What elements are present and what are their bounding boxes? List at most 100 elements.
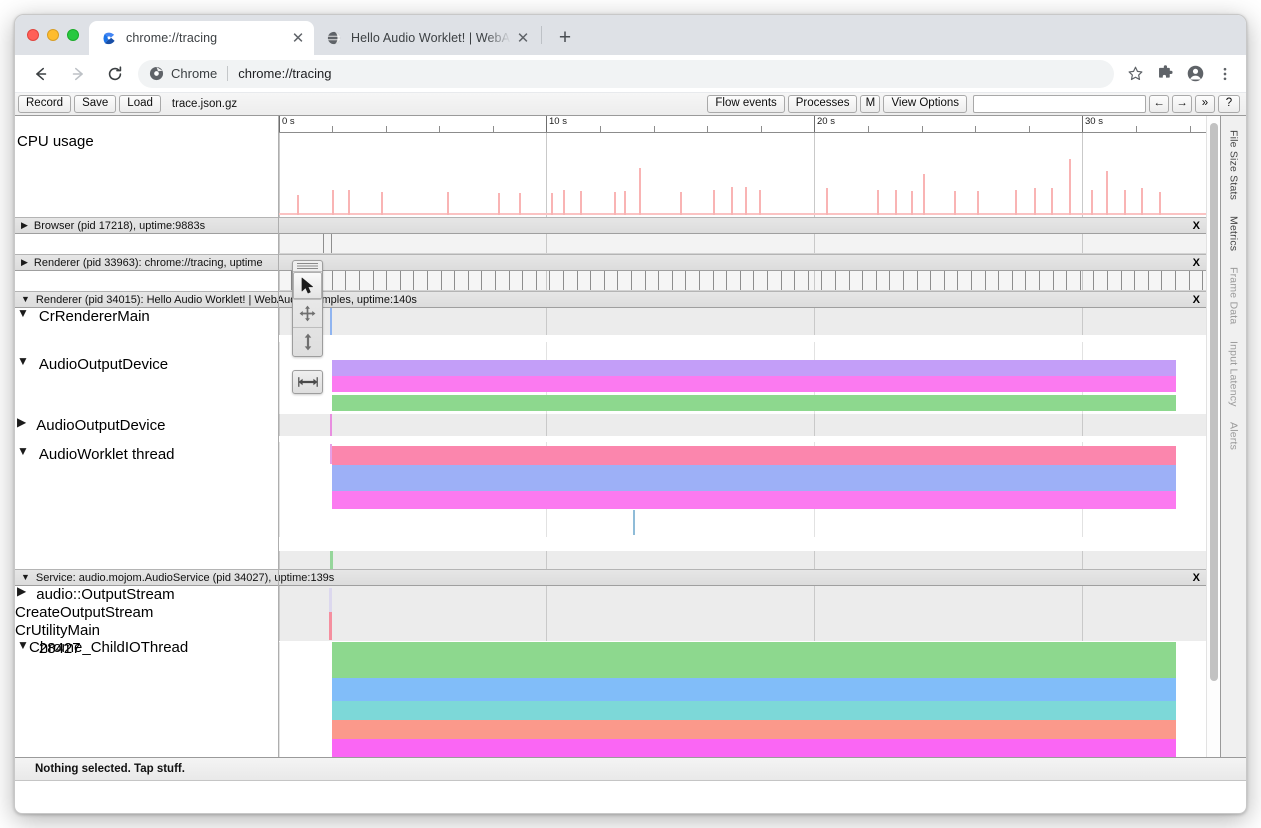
metrics-button[interactable]: M xyxy=(860,95,880,113)
chrome-childiothread-title: Chrome_ChildIOThread xyxy=(29,639,188,656)
group-close-icon[interactable]: X xyxy=(1193,220,1200,232)
track-label: audio::OutputStream xyxy=(36,586,174,603)
crrenderermain-track[interactable] xyxy=(279,308,1206,335)
audiooutputdevice-track-2[interactable] xyxy=(279,414,1206,436)
chevron-right-icon[interactable]: ▶ xyxy=(17,585,26,597)
slice-bar[interactable] xyxy=(332,395,1176,411)
slice-bar[interactable] xyxy=(332,642,1176,678)
slice-bar[interactable] xyxy=(332,739,1176,757)
maximize-window-button[interactable] xyxy=(67,29,79,41)
timeline-scroll-area[interactable]: 0 s 10 s 20 s 30 s xyxy=(15,116,1220,757)
slice-bar[interactable] xyxy=(332,491,1176,509)
audio-outputstream-track[interactable] xyxy=(279,586,1206,641)
row-audiooutputdevice-1: ▼ AudioOutputDevice xyxy=(15,342,1220,414)
browser-track[interactable] xyxy=(279,234,1206,254)
cursor-select-icon[interactable] xyxy=(293,272,322,300)
side-tab-frame-data[interactable]: Frame Data xyxy=(1228,259,1240,332)
status-message: Nothing selected. Tap stuff. xyxy=(15,758,1246,781)
new-tab-button[interactable]: + xyxy=(550,22,580,52)
chevron-down-icon[interactable]: ▼ xyxy=(17,445,29,457)
back-button[interactable] xyxy=(27,60,55,88)
record-button[interactable]: Record xyxy=(18,95,71,113)
slice-bar[interactable] xyxy=(332,701,1176,720)
pan-move-icon[interactable] xyxy=(293,300,322,328)
audioworklet-thread-label[interactable]: ▼ AudioWorklet thread xyxy=(15,446,278,463)
overflow-button[interactable]: » xyxy=(1195,95,1215,113)
flow-events-button[interactable]: Flow events xyxy=(707,95,784,113)
side-tab-alerts[interactable]: Alerts xyxy=(1228,414,1240,458)
slice-bar[interactable] xyxy=(332,720,1176,739)
chevron-down-icon[interactable]: ▼ xyxy=(21,573,30,582)
chevron-down-icon[interactable]: ▼ xyxy=(17,639,29,651)
thread-28427-track[interactable] xyxy=(279,642,1206,757)
processes-button[interactable]: Processes xyxy=(788,95,858,113)
timeline-vertical-scrollbar[interactable] xyxy=(1206,116,1220,757)
scrollbar-thumb[interactable] xyxy=(1210,123,1218,681)
chevron-right-icon[interactable]: ▶ xyxy=(21,258,28,267)
vertical-resize-icon[interactable] xyxy=(293,328,322,356)
reload-button[interactable] xyxy=(101,60,129,88)
chevron-down-icon[interactable]: ▼ xyxy=(17,355,29,367)
search-prev-button[interactable]: ← xyxy=(1149,95,1169,113)
chrome-childiothread-track[interactable] xyxy=(279,551,1206,569)
forward-button[interactable] xyxy=(64,60,92,88)
horizontal-resize-icon[interactable] xyxy=(292,370,323,394)
help-button[interactable]: ? xyxy=(1218,95,1240,113)
cpu-usage-chart[interactable] xyxy=(279,133,1206,217)
group-close-icon[interactable]: X xyxy=(1193,294,1200,306)
audioworklet-thread-track[interactable] xyxy=(279,442,1206,537)
audiooutputdevice-label-2[interactable]: ▶ AudioOutputDevice xyxy=(15,417,278,434)
side-tab-file-size-stats[interactable]: File Size Stats xyxy=(1228,122,1240,208)
extensions-icon[interactable] xyxy=(1152,61,1178,87)
row-audioworklet-thread: ▼ AudioWorklet thread xyxy=(15,442,1220,537)
star-icon[interactable] xyxy=(1122,61,1148,87)
chevron-right-icon[interactable]: ▶ xyxy=(17,416,26,428)
group-renderer-tracing-header[interactable]: ▶ Renderer (pid 33963): chrome://tracing… xyxy=(15,254,1206,271)
create-outputstream-label: CreateOutputStream xyxy=(15,604,278,621)
slice-bar[interactable] xyxy=(332,376,1176,392)
group-close-icon[interactable]: X xyxy=(1193,572,1200,584)
tab-close-icon[interactable]: ✕ xyxy=(290,30,306,46)
timeline-ruler[interactable]: 0 s 10 s 20 s 30 s xyxy=(279,116,1206,133)
tab-chrome-tracing[interactable]: chrome://tracing ✕ xyxy=(89,21,314,55)
tab-close-icon[interactable]: ✕ xyxy=(515,30,531,46)
timeline-mode-toolbar[interactable] xyxy=(292,260,323,357)
row-crrenderermain: ▼ CrRendererMain xyxy=(15,308,1220,342)
address-bar[interactable]: Chrome chrome://tracing xyxy=(138,60,1114,88)
search-input[interactable] xyxy=(973,95,1146,113)
slice-bar[interactable] xyxy=(332,678,1176,701)
group-renderer-audio-header[interactable]: ▼ Renderer (pid 34015): Hello Audio Work… xyxy=(15,291,1206,308)
crrenderermain-label[interactable]: ▼ CrRendererMain xyxy=(15,308,278,325)
side-tab-metrics[interactable]: Metrics xyxy=(1228,208,1240,259)
chevron-down-icon[interactable]: ▼ xyxy=(17,307,29,319)
close-window-button[interactable] xyxy=(27,29,39,41)
slice-bar[interactable] xyxy=(332,446,1176,465)
search-next-button[interactable]: → xyxy=(1172,95,1192,113)
omnibox-url-text[interactable]: chrome://tracing xyxy=(238,66,1108,81)
audio-outputstream-label[interactable]: ▶ audio::OutputStream xyxy=(15,586,278,603)
window-traffic-lights xyxy=(15,15,89,55)
group-service-label: Service: audio.mojom.AudioService (pid 3… xyxy=(36,572,334,584)
audiooutputdevice-label-1[interactable]: ▼ AudioOutputDevice xyxy=(15,356,278,373)
slice-bar[interactable] xyxy=(332,465,1176,491)
minimize-window-button[interactable] xyxy=(47,29,59,41)
chevron-right-icon[interactable]: ▶ xyxy=(21,221,28,230)
renderer-tracing-track[interactable] xyxy=(279,271,1206,291)
view-options-button[interactable]: View Options xyxy=(883,95,967,113)
menu-icon[interactable] xyxy=(1212,61,1238,87)
save-button[interactable]: Save xyxy=(74,95,116,113)
tracing-body: File Size Stats Metrics Frame Data Input… xyxy=(15,116,1246,757)
slice-bar[interactable] xyxy=(332,360,1176,376)
group-close-icon[interactable]: X xyxy=(1193,257,1200,269)
group-service-header[interactable]: ▼ Service: audio.mojom.AudioService (pid… xyxy=(15,569,1206,586)
tab-separator xyxy=(541,26,542,44)
group-browser-header[interactable]: ▶ Browser (pid 17218), uptime:9883s X xyxy=(15,217,1206,234)
ruler-tick-20s: 20 s xyxy=(815,116,835,127)
chevron-down-icon[interactable]: ▼ xyxy=(21,295,30,304)
grip-handle-icon[interactable] xyxy=(293,261,322,272)
audiooutputdevice-track-1[interactable] xyxy=(279,342,1206,414)
profile-icon[interactable] xyxy=(1182,61,1208,87)
tab-hello-audio-worklet[interactable]: Hello Audio Worklet! | WebAud ✕ xyxy=(314,21,539,55)
load-button[interactable]: Load xyxy=(119,95,161,113)
side-tab-input-latency[interactable]: Input Latency xyxy=(1228,333,1240,415)
